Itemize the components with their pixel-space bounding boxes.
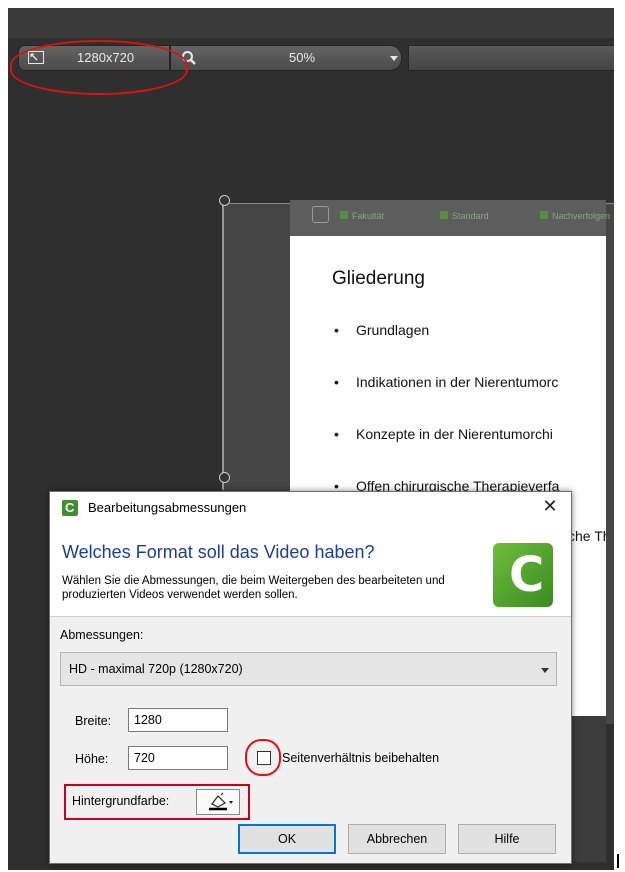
- camtasia-logo-icon: C: [493, 543, 553, 607]
- ribbon-item: Standard: [440, 211, 489, 221]
- ribbon-icon: [312, 206, 329, 223]
- checkbox-icon: [340, 211, 348, 219]
- height-input[interactable]: 720: [128, 746, 228, 770]
- slide-bullet-partial: che Th: [568, 528, 606, 544]
- ribbon-item: Fakultät: [340, 211, 384, 221]
- dimensions-select-value: HD - maximal 720p (1280x720): [69, 662, 243, 676]
- paint-bucket-icon: [209, 792, 233, 811]
- dialog-title: Bearbeitungsabmessungen: [88, 500, 247, 515]
- resize-handle-left[interactable]: [219, 472, 230, 483]
- ok-button[interactable]: OK: [238, 824, 336, 854]
- dimensions-select[interactable]: HD - maximal 720p (1280x720): [60, 652, 557, 686]
- resize-handle-top[interactable]: [219, 195, 230, 206]
- height-label: Höhe:: [75, 752, 109, 766]
- checkbox-icon: [440, 211, 448, 219]
- width-input[interactable]: 1280: [128, 708, 228, 732]
- background-color-label: Hintergrundfarbe:: [72, 794, 170, 808]
- slide-bottom-area: [570, 716, 606, 862]
- chevron-down-icon: [541, 668, 549, 673]
- chevron-down-icon: [390, 56, 398, 61]
- slide-bullet: • Grundlagen: [334, 322, 430, 338]
- frame-left-edge: [222, 200, 224, 490]
- width-label: Breite:: [75, 714, 112, 728]
- ribbon-item: Nachverfolgen: [540, 211, 610, 221]
- slide-bullet: • Konzepte in der Nierentumorchi: [334, 426, 553, 442]
- zoom-dropdown[interactable]: 50%: [170, 45, 402, 71]
- zoom-value: 50%: [289, 50, 316, 65]
- dimensions-label: Abmessungen:: [60, 628, 144, 642]
- help-button[interactable]: Hilfe: [458, 824, 556, 854]
- dialog-heading: Welches Format soll das Video haben?: [62, 542, 375, 562]
- edit-dimensions-dialog: C Bearbeitungsabmessungen ✕ Welches Form…: [49, 491, 572, 864]
- annotation-circle-checkbox: [245, 739, 281, 776]
- text-cursor: [617, 854, 619, 868]
- background-color-picker[interactable]: [196, 789, 240, 815]
- close-icon[interactable]: ✕: [539, 496, 561, 518]
- dialog-titlebar: C Bearbeitungsabmessungen ✕: [50, 492, 571, 524]
- slide-bullet: • Indikationen in der Nierentumorc: [334, 374, 559, 390]
- cancel-button[interactable]: Abbrechen: [348, 824, 446, 854]
- camtasia-app-icon: C: [62, 500, 78, 516]
- checkbox-icon: [540, 211, 548, 219]
- top-band: [8, 8, 614, 38]
- keep-aspect-ratio-label: Seitenverhältnis beibehalten: [282, 751, 440, 765]
- annotation-circle-dimensions: [10, 40, 188, 95]
- slide-title: Gliederung: [332, 268, 425, 289]
- dialog-description: Wählen Sie die Abmessungen, die beim Wei…: [62, 575, 445, 601]
- toolbar-right-bar: [408, 45, 614, 71]
